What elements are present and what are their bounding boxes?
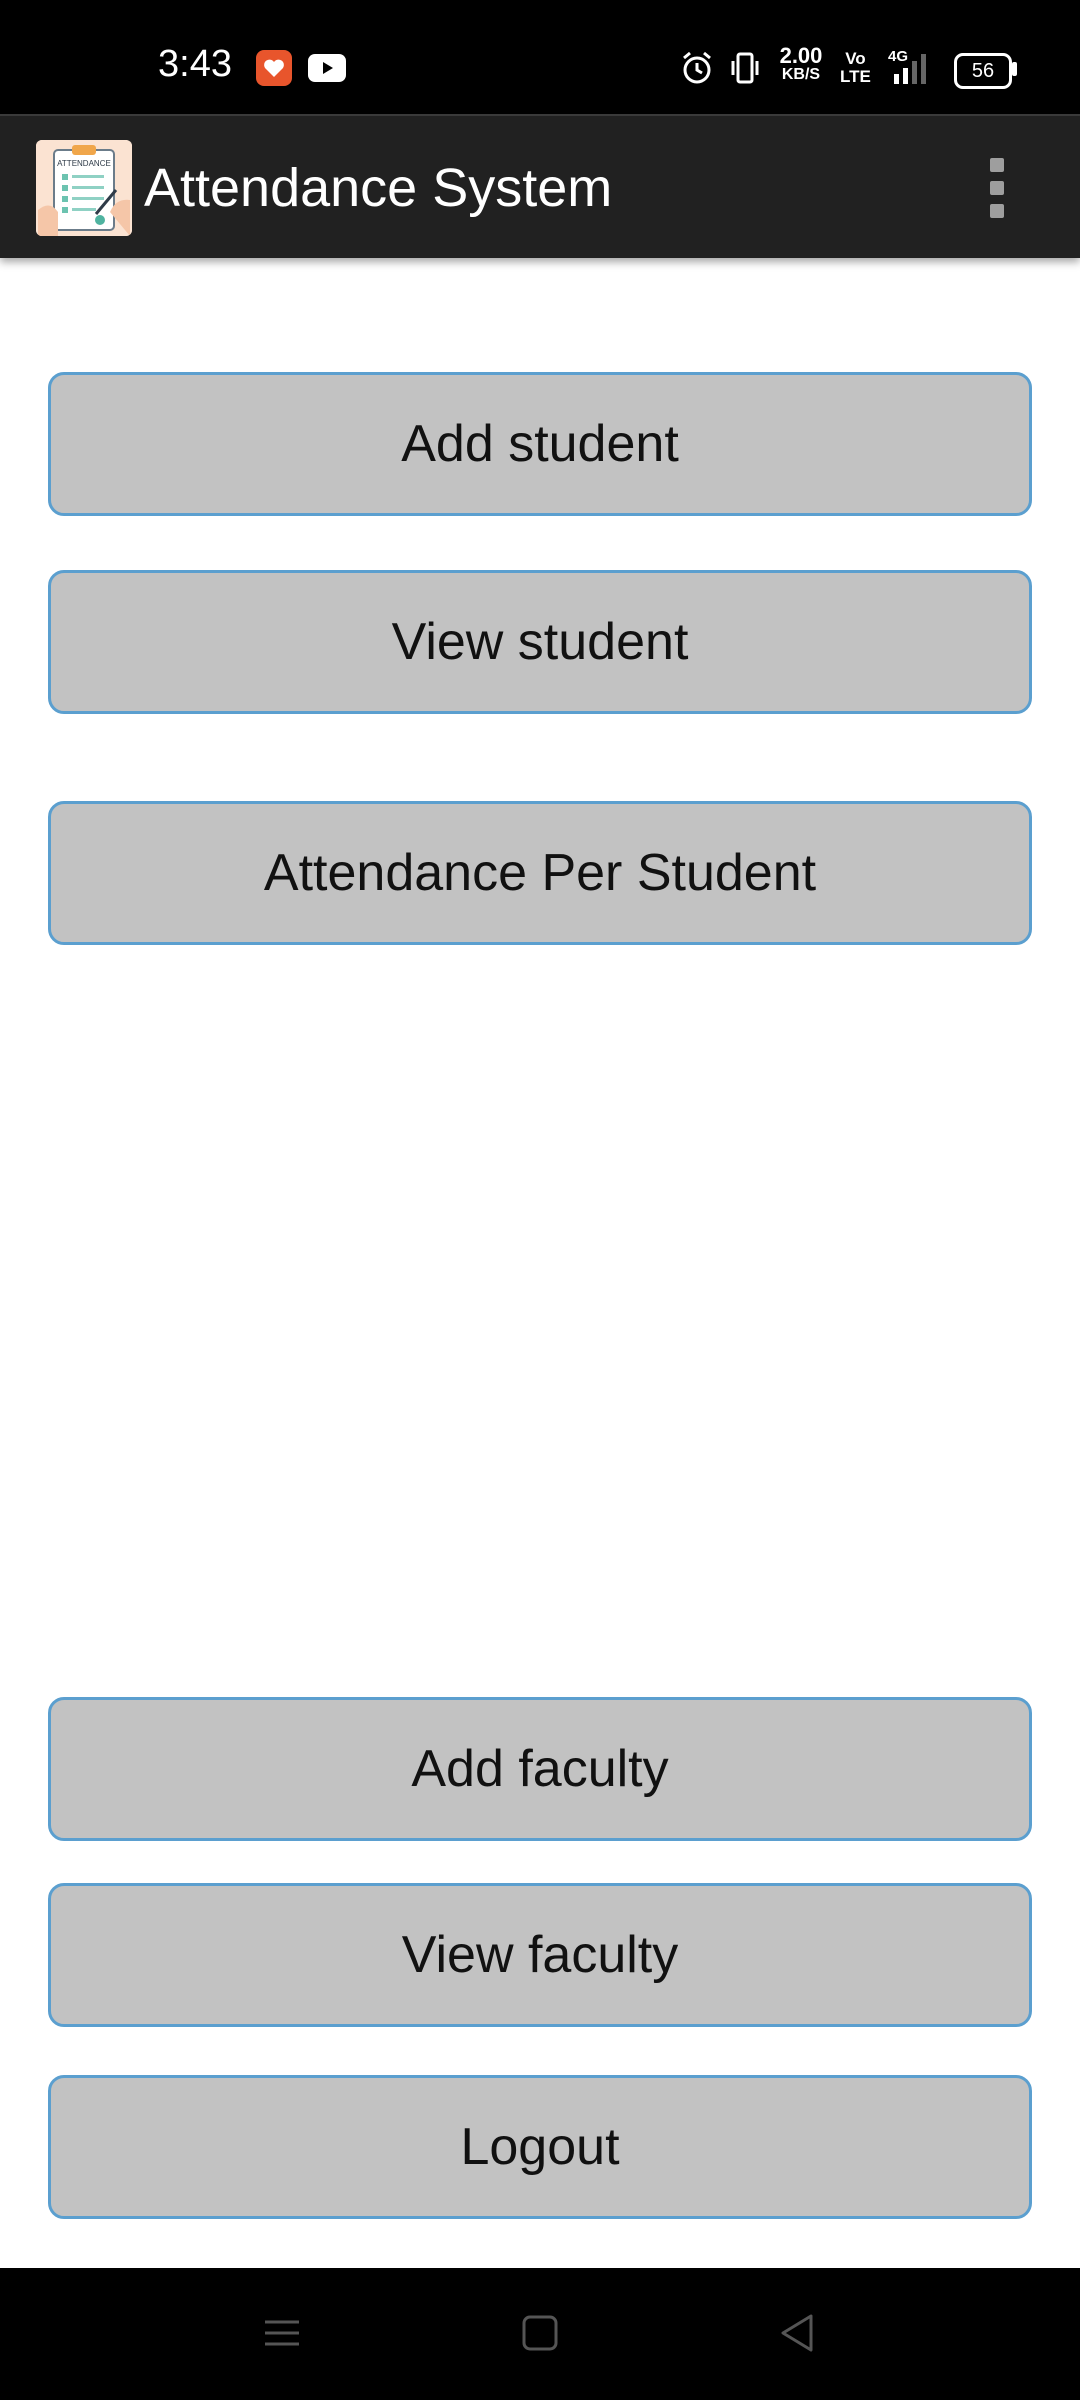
logo-text: ATTENDANCE (57, 159, 111, 168)
network-type: 4G (888, 48, 909, 65)
status-bar: 3:43 2.00 KB/S Vo LTE 4G 56 (0, 0, 1080, 114)
screen: 3:43 2.00 KB/S Vo LTE 4G 56 ATTENDANCE A… (0, 0, 1080, 2400)
battery-icon: 56 (954, 53, 1012, 89)
add-student-button[interactable]: Add student (48, 372, 1032, 516)
add-faculty-button[interactable]: Add faculty (48, 1697, 1032, 1841)
back-icon[interactable] (763, 2298, 833, 2368)
alarm-icon (680, 50, 714, 86)
menu-dot (990, 204, 1004, 218)
more-vert-icon[interactable] (975, 154, 1019, 222)
youtube-icon (308, 54, 346, 82)
volte-bottom: LTE (840, 67, 871, 86)
battery-level: 56 (971, 60, 995, 82)
logout-button[interactable]: Logout (48, 2075, 1032, 2219)
volte-top: Vo (845, 49, 866, 68)
net-speed-value: 2.00 (779, 43, 823, 68)
signal-icon: 4G (880, 48, 936, 88)
battery-tip (1012, 62, 1017, 76)
menu-dot (990, 181, 1004, 195)
app-logo-icon: ATTENDANCE (36, 140, 132, 236)
net-speed-unit: KB/S (781, 66, 821, 83)
home-icon[interactable] (505, 2298, 575, 2368)
app-title: Attendance System (144, 158, 613, 218)
status-time: 3:43 (158, 43, 232, 85)
view-student-button[interactable]: View student (48, 570, 1032, 714)
system-nav-bar (0, 2268, 1080, 2400)
app-bar: ATTENDANCE Attendance System (0, 114, 1080, 258)
heart-notification-icon (256, 50, 292, 86)
menu-icon[interactable] (247, 2298, 317, 2368)
attendance-per-student-button[interactable]: Attendance Per Student (48, 801, 1032, 945)
menu-dot (990, 158, 1004, 172)
vibrate-icon (728, 52, 762, 84)
net-speed: 2.00 KB/S (772, 43, 830, 84)
volte-indicator: Vo LTE (840, 50, 871, 86)
view-faculty-button[interactable]: View faculty (48, 1883, 1032, 2027)
